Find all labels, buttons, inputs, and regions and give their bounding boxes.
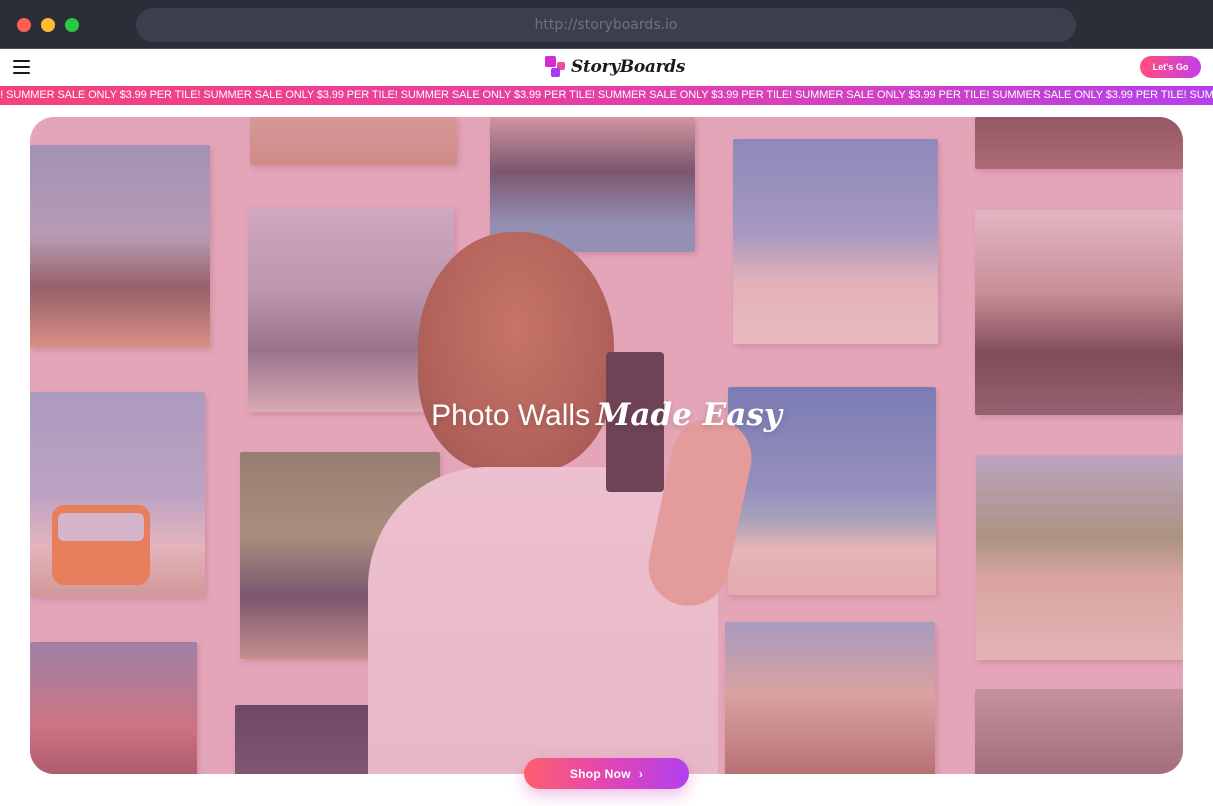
hero-headline: Photo Walls Made Easy — [30, 397, 1183, 433]
window-maximize-button[interactable] — [65, 18, 79, 32]
shop-now-button[interactable]: Shop Now › — [524, 758, 689, 789]
site-header: StoryBoards Let's Go — [0, 49, 1213, 86]
storyboards-logo[interactable]: StoryBoards — [545, 55, 685, 79]
hero-banner: Photo Walls Made Easy — [30, 117, 1183, 774]
sale-marquee: LE! SUMMER SALE ONLY $3.99 PER TILE! SUM… — [0, 86, 1213, 105]
lets-go-button[interactable]: Let's Go — [1140, 56, 1201, 78]
shop-now-label: Shop Now — [569, 766, 631, 781]
window-close-button[interactable] — [17, 18, 31, 32]
headline-plain-text: Photo Walls — [431, 399, 591, 432]
address-bar[interactable]: http://storyboards.io — [136, 8, 1076, 42]
sale-marquee-text: LE! SUMMER SALE ONLY $3.99 PER TILE! SUM… — [0, 89, 1213, 101]
chevron-right-icon: › — [638, 766, 644, 781]
logo-text: StoryBoards — [571, 57, 686, 77]
headline-script-text: Made Easy — [596, 397, 782, 433]
hero-pink-overlay — [30, 117, 1183, 774]
logo-mark-icon — [545, 56, 567, 78]
hamburger-menu-icon[interactable] — [13, 60, 30, 74]
browser-chrome: http://storyboards.io — [0, 0, 1213, 49]
window-minimize-button[interactable] — [41, 18, 55, 32]
